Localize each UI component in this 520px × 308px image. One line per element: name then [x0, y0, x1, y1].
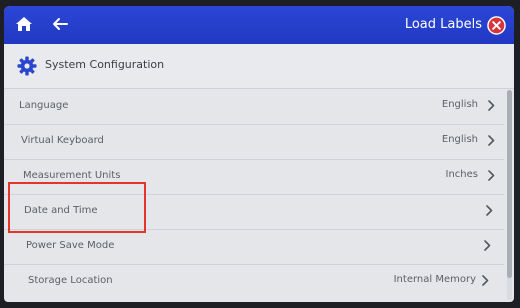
- setting-row-storage-location[interactable]: Storage Location Internal Memory: [4, 264, 504, 299]
- close-icon[interactable]: [487, 16, 506, 35]
- setting-row-power-save-mode[interactable]: Power Save Mode: [4, 229, 504, 265]
- section-title: System Configuration: [45, 58, 165, 71]
- setting-value-storage-location: Internal Memory: [393, 274, 476, 285]
- top-bar: Load Labels: [4, 6, 514, 44]
- device-screen: Load Labels System Configuration Languag…: [4, 6, 514, 302]
- setting-row-language[interactable]: Language English: [4, 89, 504, 125]
- setting-value-language: English: [441, 99, 478, 110]
- chevron-right-icon: [488, 100, 495, 111]
- setting-value-virtual-keyboard: English: [441, 134, 478, 145]
- back-arrow-icon[interactable]: [52, 16, 68, 32]
- chevron-right-icon: [482, 275, 489, 286]
- scrollbar[interactable]: [507, 90, 512, 300]
- chevron-right-icon: [488, 135, 495, 146]
- gear-icon: [17, 56, 37, 76]
- chevron-right-icon: [488, 170, 495, 181]
- setting-label-language: Language: [19, 100, 69, 111]
- section-header: System Configuration: [4, 44, 514, 89]
- chevron-right-icon: [484, 240, 491, 251]
- setting-label-storage-location: Storage Location: [28, 275, 113, 286]
- highlight-annotation-box: [8, 182, 146, 233]
- setting-label-virtual-keyboard: Virtual Keyboard: [21, 135, 104, 146]
- setting-row-virtual-keyboard[interactable]: Virtual Keyboard English: [4, 124, 504, 160]
- header-title: Load Labels: [404, 17, 482, 32]
- chevron-right-icon: [486, 205, 493, 216]
- scrollbar-thumb[interactable]: [507, 90, 512, 278]
- home-icon[interactable]: [15, 16, 33, 32]
- setting-label-power-save-mode: Power Save Mode: [26, 240, 115, 251]
- setting-value-measurement-units: Inches: [445, 169, 479, 180]
